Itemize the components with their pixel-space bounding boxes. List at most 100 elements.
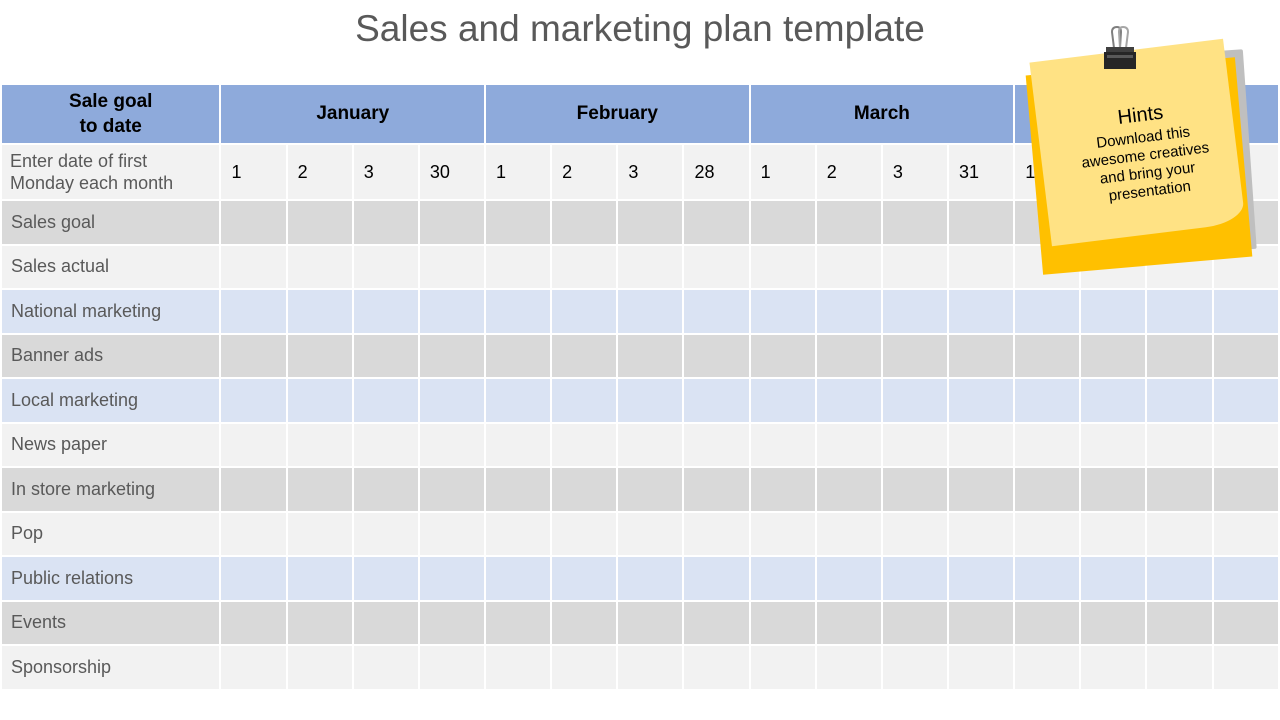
plan-cell[interactable] <box>814 599 883 646</box>
plan-cell[interactable] <box>1211 510 1280 557</box>
plan-cell[interactable] <box>1145 288 1214 335</box>
plan-cell[interactable] <box>1079 288 1148 335</box>
plan-cell[interactable] <box>285 644 354 691</box>
plan-cell[interactable] <box>880 466 950 513</box>
plan-cell[interactable] <box>219 288 288 335</box>
plan-cell[interactable] <box>1013 332 1082 379</box>
plan-cell[interactable] <box>947 510 1016 557</box>
plan-cell[interactable] <box>814 466 883 513</box>
plan-cell[interactable] <box>616 555 685 602</box>
plan-cell[interactable] <box>285 332 354 379</box>
plan-cell[interactable] <box>1013 599 1082 646</box>
plan-cell[interactable] <box>417 288 487 335</box>
plan-cell[interactable] <box>417 199 487 246</box>
plan-cell[interactable] <box>682 288 751 335</box>
date-cell[interactable]: 3 <box>351 143 420 201</box>
plan-cell[interactable] <box>947 377 1016 424</box>
plan-cell[interactable] <box>484 510 553 557</box>
date-cell[interactable]: 1 <box>484 143 553 201</box>
plan-cell[interactable] <box>484 466 553 513</box>
plan-cell[interactable] <box>219 243 288 290</box>
plan-cell[interactable] <box>417 466 487 513</box>
plan-cell[interactable] <box>1079 421 1148 468</box>
plan-cell[interactable] <box>748 377 817 424</box>
plan-cell[interactable] <box>1079 510 1148 557</box>
plan-cell[interactable] <box>682 243 751 290</box>
plan-cell[interactable] <box>814 644 883 691</box>
plan-cell[interactable] <box>1013 421 1082 468</box>
plan-cell[interactable] <box>484 599 553 646</box>
plan-cell[interactable] <box>880 332 950 379</box>
plan-cell[interactable] <box>814 332 883 379</box>
plan-cell[interactable] <box>1145 644 1214 691</box>
plan-cell[interactable] <box>1079 599 1148 646</box>
plan-cell[interactable] <box>484 644 553 691</box>
plan-cell[interactable] <box>1145 599 1214 646</box>
plan-cell[interactable] <box>682 199 751 246</box>
plan-cell[interactable] <box>748 199 817 246</box>
plan-cell[interactable] <box>947 332 1016 379</box>
date-cell[interactable]: 1 <box>219 143 288 201</box>
plan-cell[interactable] <box>417 599 487 646</box>
plan-cell[interactable] <box>616 377 685 424</box>
plan-cell[interactable] <box>417 510 487 557</box>
plan-cell[interactable] <box>1211 466 1280 513</box>
date-cell[interactable]: 30 <box>417 143 487 201</box>
plan-cell[interactable] <box>880 288 950 335</box>
plan-cell[interactable] <box>682 466 751 513</box>
plan-cell[interactable] <box>814 199 883 246</box>
plan-cell[interactable] <box>748 243 817 290</box>
plan-cell[interactable] <box>814 288 883 335</box>
plan-cell[interactable] <box>484 243 553 290</box>
plan-cell[interactable] <box>616 644 685 691</box>
plan-cell[interactable] <box>550 510 619 557</box>
plan-cell[interactable] <box>947 243 1016 290</box>
plan-cell[interactable] <box>880 555 950 602</box>
plan-cell[interactable] <box>814 421 883 468</box>
plan-cell[interactable] <box>219 377 288 424</box>
plan-cell[interactable] <box>880 377 950 424</box>
plan-cell[interactable] <box>219 644 288 691</box>
date-cell[interactable]: 3 <box>616 143 685 201</box>
plan-cell[interactable] <box>351 199 420 246</box>
plan-cell[interactable] <box>947 599 1016 646</box>
plan-cell[interactable] <box>748 288 817 335</box>
plan-cell[interactable] <box>351 421 420 468</box>
plan-cell[interactable] <box>682 377 751 424</box>
plan-cell[interactable] <box>484 421 553 468</box>
plan-cell[interactable] <box>219 199 288 246</box>
plan-cell[interactable] <box>616 199 685 246</box>
plan-cell[interactable] <box>351 510 420 557</box>
plan-cell[interactable] <box>484 377 553 424</box>
plan-cell[interactable] <box>1079 555 1148 602</box>
plan-cell[interactable] <box>550 555 619 602</box>
plan-cell[interactable] <box>616 288 685 335</box>
plan-cell[interactable] <box>1013 288 1082 335</box>
plan-cell[interactable] <box>748 332 817 379</box>
date-cell[interactable]: 2 <box>550 143 619 201</box>
plan-cell[interactable] <box>1211 599 1280 646</box>
plan-cell[interactable] <box>351 332 420 379</box>
plan-cell[interactable] <box>417 332 487 379</box>
plan-cell[interactable] <box>1079 377 1148 424</box>
plan-cell[interactable] <box>285 199 354 246</box>
plan-cell[interactable] <box>682 332 751 379</box>
plan-cell[interactable] <box>1145 466 1214 513</box>
plan-cell[interactable] <box>550 466 619 513</box>
plan-cell[interactable] <box>351 555 420 602</box>
plan-cell[interactable] <box>947 288 1016 335</box>
plan-cell[interactable] <box>880 199 950 246</box>
plan-cell[interactable] <box>682 555 751 602</box>
plan-cell[interactable] <box>417 644 487 691</box>
date-cell[interactable]: 28 <box>682 143 751 201</box>
plan-cell[interactable] <box>219 555 288 602</box>
plan-cell[interactable] <box>550 199 619 246</box>
plan-cell[interactable] <box>1013 377 1082 424</box>
plan-cell[interactable] <box>351 377 420 424</box>
plan-cell[interactable] <box>947 466 1016 513</box>
plan-cell[interactable] <box>1145 332 1214 379</box>
date-cell[interactable]: 2 <box>814 143 883 201</box>
plan-cell[interactable] <box>748 510 817 557</box>
plan-cell[interactable] <box>351 599 420 646</box>
plan-cell[interactable] <box>1145 510 1214 557</box>
